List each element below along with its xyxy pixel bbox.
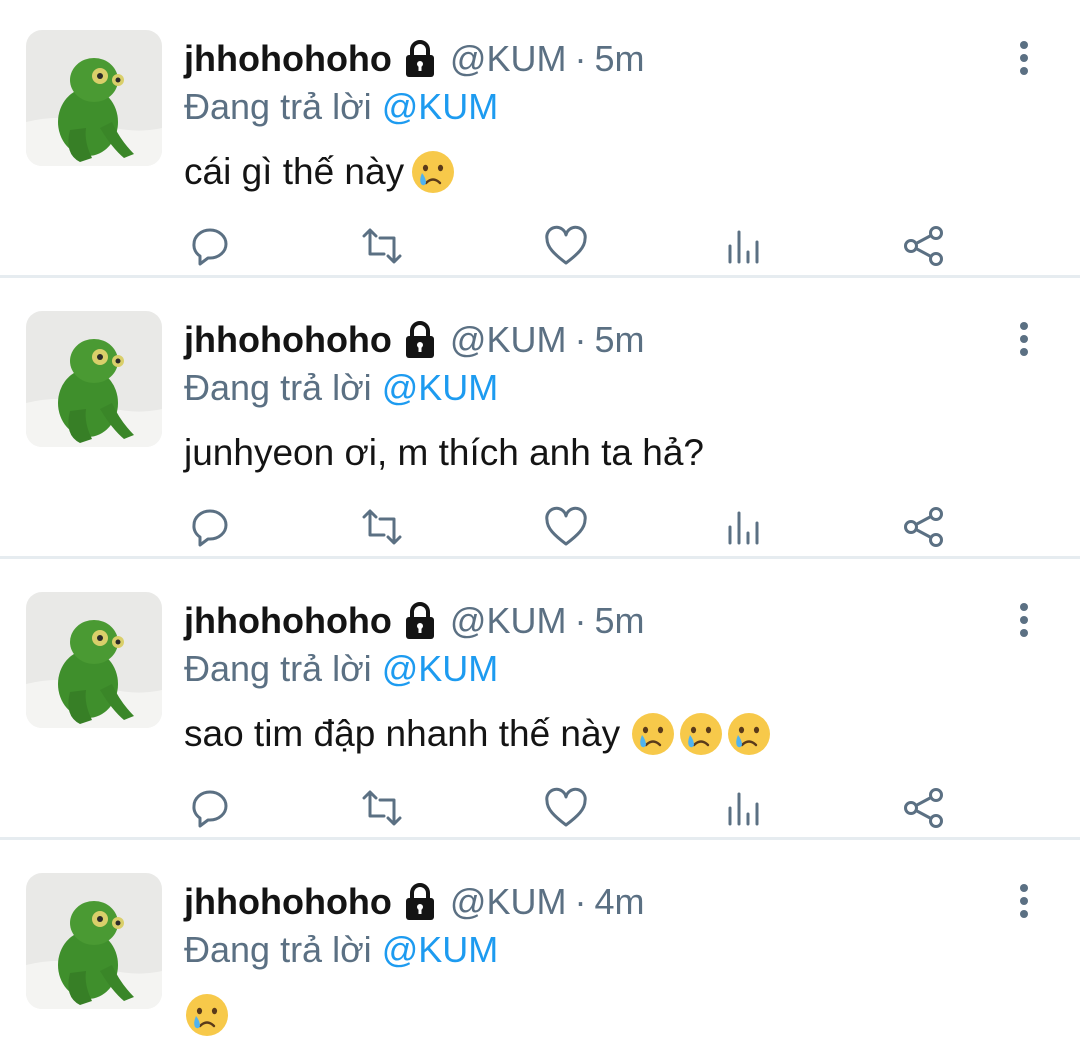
- share-icon[interactable]: [900, 784, 948, 832]
- tweet-header: jhhohohoho @KUM · 5m: [184, 34, 644, 84]
- lock-icon: [405, 321, 434, 358]
- tweet-actions: [184, 503, 984, 551]
- tweet-text: sao tim đập nhanh thế này: [184, 706, 772, 762]
- avatar[interactable]: [26, 592, 162, 728]
- tweet[interactable]: jhhohohoho @KUM · 5m Đang trả lời @KUM c…: [0, 0, 1080, 278]
- crying-face-icon: [412, 151, 455, 193]
- replying-label: Đang trả lời: [184, 929, 372, 970]
- separator-dot: ·: [574, 881, 587, 922]
- tweet-header: jhhohohoho @KUM · 5m: [184, 315, 644, 365]
- tweet-text: cái gì thế này: [184, 144, 456, 200]
- timestamp[interactable]: 4m: [594, 877, 644, 927]
- tweet-actions: [184, 784, 984, 832]
- more-vertical-icon[interactable]: [1010, 319, 1038, 359]
- display-name[interactable]: jhhohohoho: [184, 34, 392, 84]
- tweet-actions: [184, 222, 984, 270]
- reply-mention-link[interactable]: @KUM: [382, 648, 499, 689]
- lock-icon: [405, 883, 434, 920]
- user-handle[interactable]: @KUM: [450, 315, 567, 365]
- reply-mention-link[interactable]: @KUM: [382, 86, 499, 127]
- more-vertical-icon[interactable]: [1010, 38, 1038, 78]
- separator-dot: ·: [574, 319, 587, 360]
- replying-to: Đang trả lời @KUM: [184, 644, 498, 694]
- avatar[interactable]: [26, 873, 162, 1009]
- replying-to: Đang trả lời @KUM: [184, 82, 498, 132]
- tweet-text-content: cái gì thế này: [184, 151, 405, 192]
- user-handle[interactable]: @KUM: [450, 596, 567, 646]
- replying-label: Đang trả lời: [184, 367, 372, 408]
- tweet-header: jhhohohoho @KUM · 4m: [184, 877, 644, 927]
- retweet-icon[interactable]: [358, 503, 406, 551]
- separator-dot: ·: [574, 600, 587, 641]
- crying-face-icon: [728, 713, 771, 755]
- lock-icon: [405, 40, 434, 77]
- analytics-icon[interactable]: [720, 222, 768, 270]
- analytics-icon[interactable]: [720, 784, 768, 832]
- reply-icon[interactable]: [186, 222, 234, 270]
- tweet-text: [184, 987, 230, 1043]
- display-name[interactable]: jhhohohoho: [184, 315, 392, 365]
- more-vertical-icon[interactable]: [1010, 881, 1038, 921]
- reply-icon[interactable]: [186, 503, 234, 551]
- retweet-icon[interactable]: [358, 784, 406, 832]
- heart-icon[interactable]: [542, 503, 590, 551]
- reply-feed: jhhohohoho @KUM · 5m Đang trả lời @KUM c…: [0, 0, 1080, 1057]
- replying-label: Đang trả lời: [184, 86, 372, 127]
- tweet-text-content: junhyeon ơi, m thích anh ta hả?: [184, 432, 704, 473]
- heart-icon[interactable]: [542, 784, 590, 832]
- reply-mention-link[interactable]: @KUM: [382, 367, 499, 408]
- avatar[interactable]: [26, 30, 162, 166]
- reply-mention-link[interactable]: @KUM: [382, 929, 499, 970]
- tweet-text-content: sao tim đập nhanh thế này: [184, 713, 621, 754]
- lock-icon: [405, 602, 434, 639]
- tweet[interactable]: jhhohohoho @KUM · 5m Đang trả lời @KUM s…: [0, 562, 1080, 840]
- timestamp[interactable]: 5m: [594, 596, 644, 646]
- reply-icon[interactable]: [186, 784, 234, 832]
- tweet[interactable]: jhhohohoho @KUM · 5m Đang trả lời @KUM j…: [0, 281, 1080, 559]
- share-icon[interactable]: [900, 503, 948, 551]
- replying-label: Đang trả lời: [184, 648, 372, 689]
- display-name[interactable]: jhhohohoho: [184, 596, 392, 646]
- share-icon[interactable]: [900, 222, 948, 270]
- separator-dot: ·: [574, 38, 587, 79]
- retweet-icon[interactable]: [358, 222, 406, 270]
- crying-face-icon: [632, 713, 675, 755]
- tweet[interactable]: jhhohohoho @KUM · 4m Đang trả lời @KUM: [0, 843, 1080, 1058]
- more-vertical-icon[interactable]: [1010, 600, 1038, 640]
- crying-face-icon: [186, 994, 228, 1036]
- heart-icon[interactable]: [542, 222, 590, 270]
- user-handle[interactable]: @KUM: [450, 34, 567, 84]
- tweet-header: jhhohohoho @KUM · 5m: [184, 596, 644, 646]
- display-name[interactable]: jhhohohoho: [184, 877, 392, 927]
- timestamp[interactable]: 5m: [594, 315, 644, 365]
- replying-to: Đang trả lời @KUM: [184, 925, 498, 975]
- user-handle[interactable]: @KUM: [450, 877, 567, 927]
- timestamp[interactable]: 5m: [594, 34, 644, 84]
- crying-face-icon: [680, 713, 723, 755]
- replying-to: Đang trả lời @KUM: [184, 363, 498, 413]
- analytics-icon[interactable]: [720, 503, 768, 551]
- tweet-text: junhyeon ơi, m thích anh ta hả?: [184, 425, 704, 481]
- avatar[interactable]: [26, 311, 162, 447]
